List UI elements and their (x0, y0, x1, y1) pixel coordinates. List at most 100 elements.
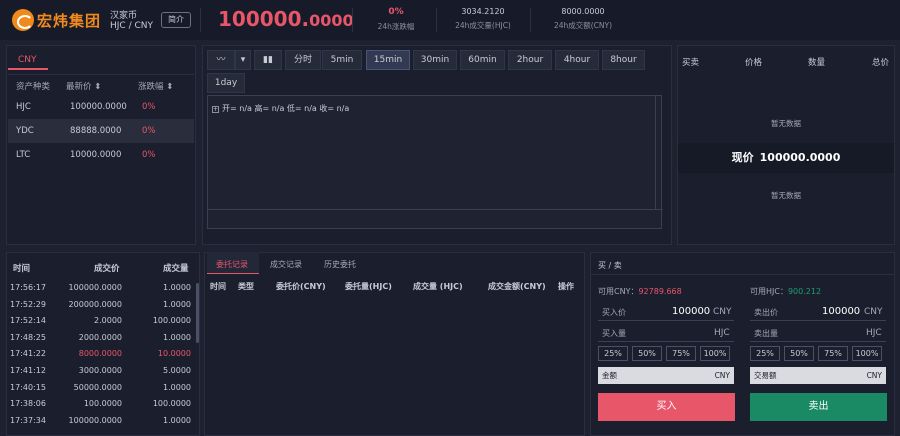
trade-time: 17:37:34 (10, 415, 46, 425)
trade-time: 17:52:14 (10, 316, 46, 326)
trade-qty: 5.0000 (163, 366, 191, 375)
trade-title: 买 / 卖 (598, 261, 622, 270)
tf-button[interactable]: 2hour (508, 50, 552, 70)
logo-text: 宏炜集团 (37, 11, 102, 30)
bids-empty: 暂无数据 (771, 191, 801, 200)
trade-price: 2000.0000 (78, 332, 122, 342)
trade-qty: 1.0000 (163, 332, 191, 342)
asks-empty: 暂无数据 (771, 119, 801, 128)
buy-pct-25[interactable]: 25% (598, 346, 628, 361)
buy-pct-75[interactable]: 75% (666, 346, 696, 361)
sell-pct-25[interactable]: 25% (750, 346, 780, 361)
tf-button-active[interactable]: 15min (366, 50, 410, 70)
sell-price-label: 卖出价 (754, 308, 778, 317)
chart-axis-line (655, 96, 656, 209)
market-row[interactable]: LTC 10000.0000 0% (8, 143, 194, 167)
header-divider (530, 8, 531, 32)
buy-price-unit: CNY (713, 307, 732, 317)
chevron-down-icon[interactable]: ▾ (235, 50, 251, 70)
tf-button[interactable]: 8hour (602, 50, 645, 70)
buy-pct-100[interactable]: 100% (700, 346, 730, 361)
trades-scrollbar[interactable] (196, 283, 199, 343)
trade-time: 17:41:22 (10, 349, 46, 359)
tf-button[interactable]: 1day (207, 73, 245, 93)
trade-time: 17:56:17 (10, 283, 46, 292)
trade-qty: 1.0000 (163, 415, 191, 425)
trade-qty: 100.0000 (152, 399, 191, 409)
buy-price-label: 买入价 (602, 308, 626, 317)
col-asset[interactable]: 资产种类 (16, 80, 50, 92)
logo[interactable]: 宏炜集团 (12, 8, 101, 32)
tab-history-entrust[interactable]: 历史委托 (324, 259, 356, 270)
tab-cny[interactable]: CNY (8, 50, 48, 70)
market-row[interactable]: YDC 88888.0000 0% (8, 119, 194, 143)
sell-button[interactable]: 卖出 (750, 393, 887, 421)
col-filled-qty: 成交量 (HJC) (413, 282, 463, 291)
sell-pct-75[interactable]: 75% (818, 346, 848, 361)
header-divider (352, 8, 353, 32)
sell-available: 可用HJC：900.212 (750, 287, 822, 296)
header-divider (200, 8, 201, 32)
buy-available: 可用CNY：92789.668 (598, 287, 682, 296)
col-filled-amount: 成交金额(CNY) (488, 282, 546, 291)
expand-icon[interactable]: + (212, 106, 219, 113)
trade-qty: 10.0000 (157, 349, 191, 359)
col-price[interactable]: 最新价 ⬍ (66, 80, 101, 92)
trade-time: 17:38:06 (10, 399, 46, 409)
header-divider (436, 8, 437, 32)
sell-pct-50[interactable]: 50% (784, 346, 814, 361)
trade-price: 3000.0000 (78, 366, 122, 375)
trade-time: 17:52:29 (10, 299, 46, 309)
market-row[interactable]: HJC 100000.0000 0% (8, 95, 194, 119)
trade-time: 17:40:15 (10, 382, 46, 392)
col-change[interactable]: 涨跌幅 ⬍ (138, 80, 173, 92)
trade-price: 100.0000 (83, 399, 122, 409)
last-price: 100000.0000 (218, 7, 354, 31)
trade-qty: 1.0000 (163, 283, 191, 292)
tf-button[interactable]: 60min (460, 50, 505, 70)
sell-qty-input[interactable] (750, 341, 886, 342)
sell-amount-field[interactable]: 交易额 CNY (750, 367, 886, 384)
buy-pct-50[interactable]: 50% (632, 346, 662, 361)
trade-price: 100000.0000 (68, 415, 122, 425)
tf-button[interactable]: 5min (322, 50, 362, 70)
col-type: 类型 (238, 282, 254, 291)
tf-button[interactable]: 4hour (555, 50, 599, 70)
sell-qty-unit: HJC (866, 328, 882, 338)
tf-button[interactable]: 30min (413, 50, 457, 70)
indicator-icon[interactable]: ▮▮ (254, 50, 282, 70)
sort-icon: ⬍ (94, 82, 102, 92)
tab-trade-records[interactable]: 成交记录 (270, 259, 302, 270)
buy-amount-field[interactable]: 金额 CNY (598, 367, 734, 384)
trade-time: 17:41:12 (10, 366, 46, 375)
divider (591, 274, 894, 275)
sell-pct-100[interactable]: 100% (852, 346, 882, 361)
sell-qty-label: 卖出量 (754, 329, 778, 338)
sell-price-input[interactable]: 100000 (822, 306, 860, 317)
sell-price-unit: CNY (864, 307, 883, 317)
buy-qty-unit: HJC (714, 328, 730, 338)
kline-chart[interactable] (207, 95, 663, 229)
divider (750, 320, 886, 321)
market-header: 资产种类 最新价 ⬍ 涨跌幅 ⬍ (8, 74, 194, 94)
col-action: 操作 (558, 282, 574, 291)
buy-qty-input[interactable] (598, 341, 734, 342)
stat-volume: 3034.2120 24h成交量(HJC) (455, 7, 511, 30)
col-time: 时间 (210, 282, 226, 291)
chart-type-icon[interactable]: 〰 (207, 50, 235, 70)
trade-price: 8000.0000 (78, 349, 122, 359)
divider (598, 320, 734, 321)
pair-name: HJC / CNY (110, 21, 153, 31)
buy-button[interactable]: 买入 (598, 393, 735, 421)
orders-panel (204, 252, 585, 436)
tf-button[interactable]: 分时 (285, 50, 321, 70)
trade-price: 200000.0000 (68, 299, 122, 309)
trade-qty: 1.0000 (163, 382, 191, 392)
buy-qty-label: 买入量 (602, 329, 626, 338)
current-price: 现价 100000.0000 (678, 143, 894, 173)
intro-button[interactable]: 简介 (161, 12, 191, 28)
buy-price-input[interactable]: 100000 (672, 306, 710, 317)
tab-entrust-records[interactable]: 委托记录 (216, 259, 248, 270)
chart-axis-line (208, 209, 663, 210)
sort-icon: ⬍ (166, 82, 174, 92)
